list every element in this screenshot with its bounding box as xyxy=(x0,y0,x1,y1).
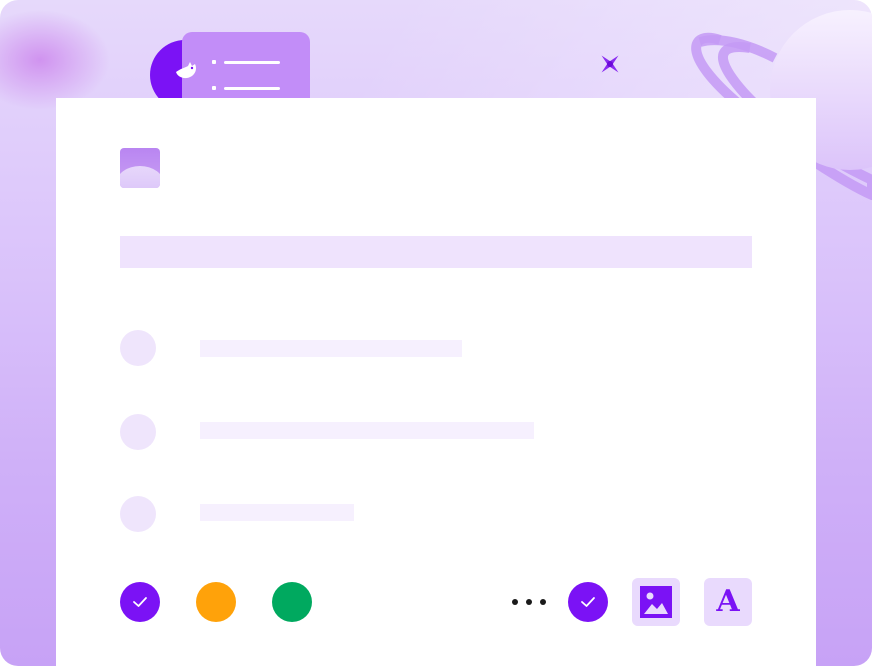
bottom-toolbar: A xyxy=(56,578,816,626)
check-icon xyxy=(581,597,595,607)
confirm-button[interactable] xyxy=(568,582,608,622)
text-tool-button[interactable]: A xyxy=(704,578,752,626)
sparkle-icon xyxy=(594,48,626,80)
title-placeholder[interactable] xyxy=(120,236,752,268)
image-icon xyxy=(640,586,672,618)
app-background: A xyxy=(0,0,872,666)
check-icon xyxy=(133,597,147,607)
color-swatch-orange[interactable] xyxy=(196,582,236,622)
option-label-placeholder xyxy=(200,504,354,521)
list-line xyxy=(224,61,280,64)
list-bullet xyxy=(212,86,216,90)
list-bullet xyxy=(212,60,216,64)
more-horizontal-icon[interactable] xyxy=(512,597,546,607)
radio-button[interactable] xyxy=(120,330,156,366)
text-format-icon: A xyxy=(716,584,740,619)
form-panel: A xyxy=(56,98,816,666)
glow-decoration xyxy=(0,10,110,110)
color-swatch-purple[interactable] xyxy=(120,582,160,622)
bird-icon xyxy=(172,60,200,82)
option-label-placeholder xyxy=(200,422,534,439)
image-tool-button[interactable] xyxy=(632,578,680,626)
list-line xyxy=(224,87,280,90)
option-label-placeholder xyxy=(200,340,462,357)
radio-button[interactable] xyxy=(120,496,156,532)
color-swatch-green[interactable] xyxy=(272,582,312,622)
radio-button[interactable] xyxy=(120,414,156,450)
image-logo-icon[interactable] xyxy=(120,148,160,188)
